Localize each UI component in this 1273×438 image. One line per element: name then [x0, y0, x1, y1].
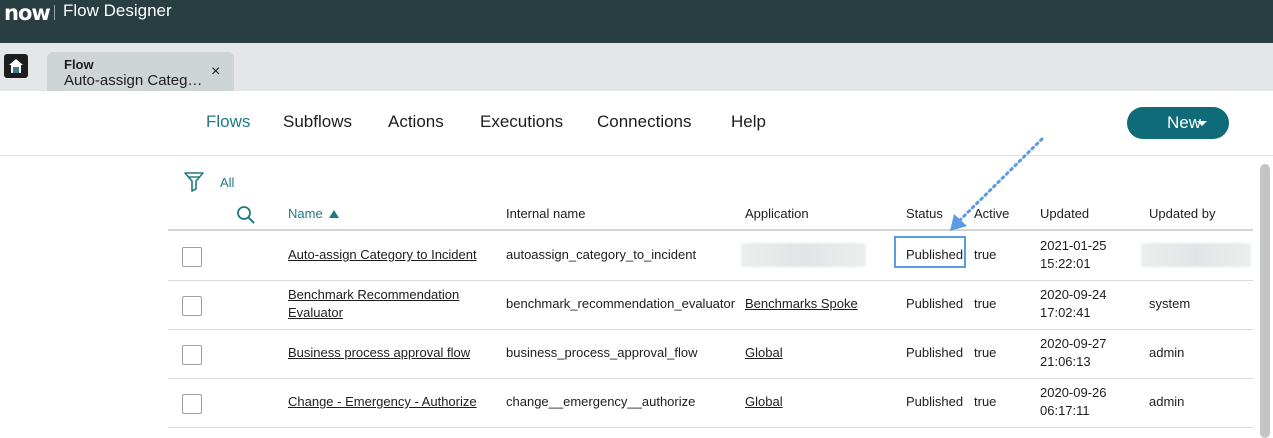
search-icon[interactable]: [236, 205, 256, 225]
flow-name-link[interactable]: Benchmark Recommendation: [288, 286, 459, 304]
application-link[interactable]: Global: [745, 344, 783, 362]
table-row[interactable]: Benchmark Recommendation Evaluator bench…: [168, 280, 1253, 330]
updated-date-cell: 2020-09-27: [1040, 336, 1107, 351]
updated-by-cell: admin: [1149, 394, 1185, 409]
header-divider: [0, 155, 1273, 156]
column-header-name[interactable]: Name: [288, 206, 339, 221]
internal-name-cell: autoassign_category_to_incident: [506, 247, 697, 262]
updated-by-redacted: [1141, 243, 1251, 267]
annotation-arrow-icon: [950, 137, 1044, 231]
new-button[interactable]: New: [1127, 107, 1229, 139]
flow-name-link[interactable]: Business process approval flow: [288, 344, 470, 362]
row-checkbox[interactable]: [182, 247, 202, 267]
filter-all-label[interactable]: All: [220, 175, 234, 190]
updated-by-cell: system: [1149, 296, 1191, 311]
row-checkbox[interactable]: [182, 296, 202, 316]
flow-name-link-line2[interactable]: Evaluator: [288, 304, 343, 322]
internal-name-cell: change__emergency__authorize: [506, 394, 696, 409]
close-icon[interactable]: ×: [211, 63, 220, 81]
active-cell: true: [974, 345, 997, 360]
row-checkbox[interactable]: [182, 345, 202, 365]
home-icon: [9, 59, 23, 73]
column-header-internal-name[interactable]: Internal name: [506, 206, 586, 221]
home-button[interactable]: [4, 54, 28, 78]
nav-actions[interactable]: Actions: [388, 112, 444, 132]
nav-flows[interactable]: Flows: [206, 112, 250, 132]
new-button-label: New: [1167, 113, 1202, 132]
top-bar: now Flow Designer: [0, 0, 1273, 43]
application-link[interactable]: Global: [745, 393, 783, 411]
column-header-application[interactable]: Application: [745, 206, 809, 221]
nav-connections[interactable]: Connections: [597, 112, 692, 132]
active-cell: true: [974, 296, 997, 311]
updated-date-cell: 2020-09-26: [1040, 385, 1107, 400]
tab-name-label: Auto-assign Categ…: [64, 72, 203, 89]
status-highlight-box: [894, 236, 966, 268]
column-header-name-label: Name: [288, 206, 323, 221]
table-row[interactable]: Auto-assign Category to Incident autoass…: [168, 231, 1253, 281]
internal-name-cell: business_process_approval_flow: [506, 345, 698, 360]
updated-time-cell: 15:22:01: [1040, 256, 1091, 271]
updated-time-cell: 21:06:13: [1040, 354, 1091, 369]
filter-icon[interactable]: [184, 171, 204, 193]
app-title: Flow Designer: [63, 1, 172, 20]
status-cell: Published: [906, 296, 964, 311]
updated-time-cell: 06:17:11: [1040, 403, 1090, 418]
nav-help[interactable]: Help: [731, 112, 766, 132]
servicenow-logo[interactable]: now: [4, 1, 51, 25]
column-header-updated-by[interactable]: Updated by: [1149, 206, 1216, 221]
sort-ascending-icon: [328, 210, 339, 218]
status-cell: Published: [906, 345, 964, 360]
table-row[interactable]: Business process approval flow business_…: [168, 329, 1253, 379]
tab-type-label: Flow: [64, 57, 94, 72]
row-checkbox[interactable]: [182, 394, 202, 414]
application-redacted: [741, 243, 866, 267]
active-cell: true: [974, 247, 997, 262]
updated-date-cell: 2020-09-24: [1040, 287, 1107, 302]
vertical-scrollbar[interactable]: [1260, 164, 1270, 438]
nav-executions[interactable]: Executions: [480, 112, 563, 132]
updated-time-cell: 17:02:41: [1040, 305, 1091, 320]
active-cell: true: [974, 394, 997, 409]
logo-divider: [54, 5, 55, 20]
flow-name-link[interactable]: Change - Emergency - Authorize: [288, 393, 477, 411]
updated-by-cell: admin: [1149, 345, 1185, 360]
column-header-status[interactable]: Status: [906, 206, 943, 221]
flow-name-link[interactable]: Auto-assign Category to Incident: [288, 246, 477, 264]
table-row[interactable]: Change - Emergency - Authorize change__e…: [168, 378, 1253, 428]
application-link[interactable]: Benchmarks Spoke: [745, 295, 858, 313]
nav-subflows[interactable]: Subflows: [283, 112, 352, 132]
chevron-down-icon: [1197, 121, 1207, 126]
internal-name-cell: benchmark_recommendation_evaluator: [506, 296, 736, 311]
tab-flow[interactable]: Flow Auto-assign Categ… ×: [47, 52, 234, 91]
updated-date-cell: 2021-01-25: [1040, 238, 1107, 253]
status-cell: Published: [906, 394, 964, 409]
